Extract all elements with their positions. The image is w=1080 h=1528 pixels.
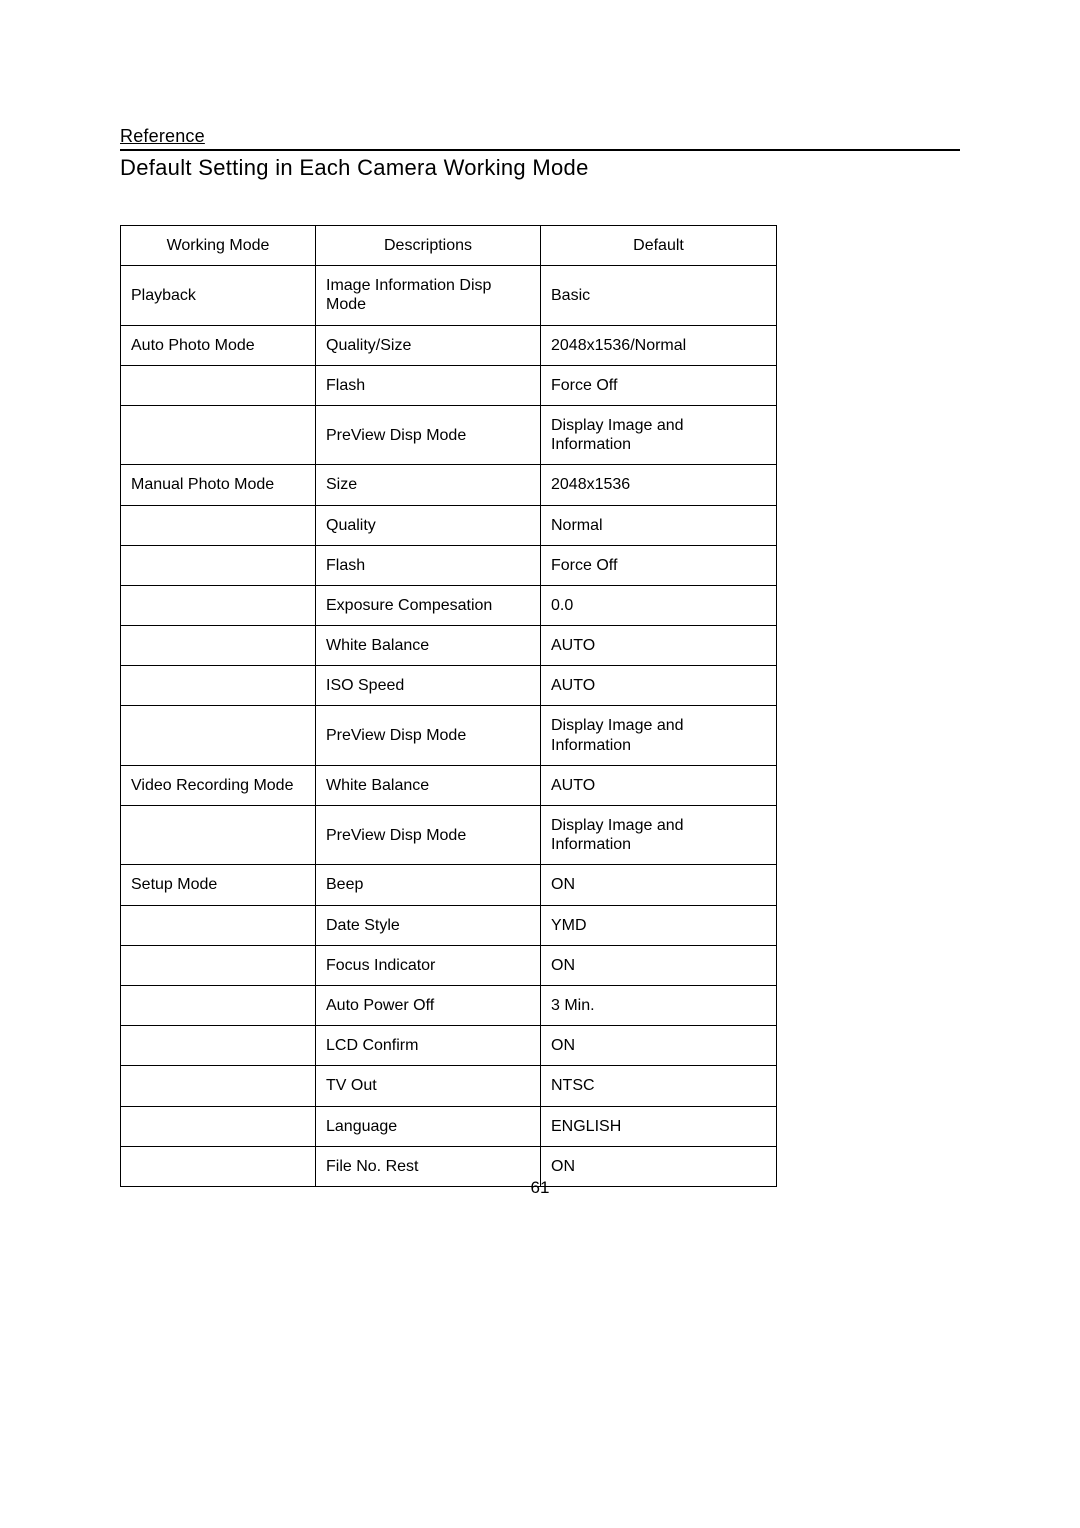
cell-working-mode [121,505,316,545]
table-row: Setup ModeBeepON [121,865,777,905]
table-header-row: Working Mode Descriptions Default [121,226,777,266]
cell-description: White Balance [316,626,541,666]
cell-description: White Balance [316,765,541,805]
cell-description: PreView Disp Mode [316,405,541,464]
cell-default: AUTO [541,626,777,666]
table-row: Exposure Compesation0.0 [121,585,777,625]
cell-working-mode [121,706,316,765]
horizontal-rule [120,149,960,151]
cell-default: ON [541,945,777,985]
section-label: Reference [120,126,960,147]
page-number: 61 [0,1178,1080,1198]
cell-default: NTSC [541,1066,777,1106]
cell-working-mode [121,626,316,666]
cell-working-mode [121,365,316,405]
table-row: QualityNormal [121,505,777,545]
page-title: Default Setting in Each Camera Working M… [120,155,960,181]
cell-default: 2048x1536 [541,465,777,505]
table-row: Focus IndicatorON [121,945,777,985]
cell-description: Date Style [316,905,541,945]
cell-working-mode: Playback [121,266,316,325]
cell-default: YMD [541,905,777,945]
cell-default: 2048x1536/Normal [541,325,777,365]
cell-working-mode: Video Recording Mode [121,765,316,805]
cell-working-mode [121,1026,316,1066]
cell-default: 0.0 [541,585,777,625]
cell-default: ENGLISH [541,1106,777,1146]
cell-description: Flash [316,545,541,585]
cell-default: ON [541,1026,777,1066]
cell-default: Normal [541,505,777,545]
table-row: Date StyleYMD [121,905,777,945]
cell-description: Language [316,1106,541,1146]
cell-working-mode [121,405,316,464]
cell-description: Size [316,465,541,505]
cell-working-mode [121,585,316,625]
cell-default: ON [541,865,777,905]
cell-description: LCD Confirm [316,1026,541,1066]
table-row: LCD ConfirmON [121,1026,777,1066]
cell-working-mode: Auto Photo Mode [121,325,316,365]
cell-default: AUTO [541,666,777,706]
cell-description: Auto Power Off [316,985,541,1025]
cell-working-mode [121,985,316,1025]
table-row: Manual Photo ModeSize2048x1536 [121,465,777,505]
table-row: PreView Disp ModeDisplay Image and Infor… [121,706,777,765]
table-row: Auto Power Off3 Min. [121,985,777,1025]
cell-description: Image Information Disp Mode [316,266,541,325]
cell-default: Display Image and Information [541,405,777,464]
cell-working-mode: Setup Mode [121,865,316,905]
table-row: Video Recording ModeWhite BalanceAUTO [121,765,777,805]
cell-working-mode [121,945,316,985]
cell-default: Display Image and Information [541,806,777,865]
cell-description: Focus Indicator [316,945,541,985]
header-default: Default [541,226,777,266]
table-row: ISO SpeedAUTO [121,666,777,706]
cell-default: Display Image and Information [541,706,777,765]
header-descriptions: Descriptions [316,226,541,266]
cell-description: Quality/Size [316,325,541,365]
table-row: FlashForce Off [121,365,777,405]
cell-working-mode [121,806,316,865]
cell-description: Exposure Compesation [316,585,541,625]
cell-working-mode [121,545,316,585]
cell-description: Beep [316,865,541,905]
cell-working-mode: Manual Photo Mode [121,465,316,505]
header-working-mode: Working Mode [121,226,316,266]
cell-description: Quality [316,505,541,545]
table-row: FlashForce Off [121,545,777,585]
table-row: LanguageENGLISH [121,1106,777,1146]
table-row: PreView Disp ModeDisplay Image and Infor… [121,806,777,865]
settings-table: Working Mode Descriptions Default Playba… [120,225,777,1187]
cell-description: PreView Disp Mode [316,706,541,765]
cell-working-mode [121,666,316,706]
cell-description: PreView Disp Mode [316,806,541,865]
cell-default: Basic [541,266,777,325]
cell-working-mode [121,1066,316,1106]
table-row: PreView Disp ModeDisplay Image and Infor… [121,405,777,464]
table-row: White BalanceAUTO [121,626,777,666]
table-row: PlaybackImage Information Disp ModeBasic [121,266,777,325]
cell-working-mode [121,1106,316,1146]
cell-description: TV Out [316,1066,541,1106]
cell-working-mode [121,905,316,945]
cell-default: 3 Min. [541,985,777,1025]
table-row: Auto Photo ModeQuality/Size2048x1536/Nor… [121,325,777,365]
cell-default: AUTO [541,765,777,805]
cell-description: Flash [316,365,541,405]
table-row: TV OutNTSC [121,1066,777,1106]
page: Reference Default Setting in Each Camera… [0,0,1080,1528]
cell-description: ISO Speed [316,666,541,706]
cell-default: Force Off [541,545,777,585]
cell-default: Force Off [541,365,777,405]
